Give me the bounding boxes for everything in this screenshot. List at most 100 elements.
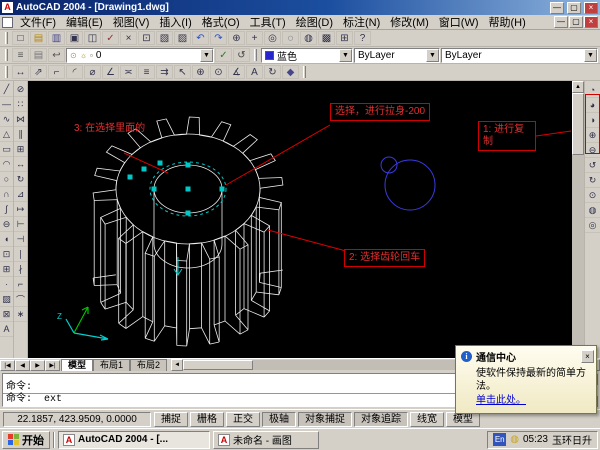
first-tab-button[interactable]: |◀ xyxy=(0,360,15,371)
document-icon[interactable] xyxy=(2,17,13,28)
zoom-realtime-icon[interactable]: ◎ xyxy=(264,31,281,45)
paste-icon[interactable]: ▧ xyxy=(156,31,173,45)
tab-layout1[interactable]: 布局1 xyxy=(93,359,130,371)
cut-icon[interactable]: × xyxy=(120,31,137,45)
vertical-scroll-track[interactable] xyxy=(572,93,584,346)
rotate-icon[interactable]: ↻ xyxy=(14,172,27,187)
break-point-icon[interactable]: ∣ xyxy=(14,247,27,262)
layer-update-icon[interactable]: ↺ xyxy=(233,48,250,62)
polygon-icon[interactable]: △ xyxy=(0,127,13,142)
doc-restore-button[interactable]: ▢ xyxy=(569,16,583,28)
help-icon[interactable]: ? xyxy=(354,31,371,45)
undo-icon[interactable]: ↶ xyxy=(192,31,209,45)
dropdown-arrow-icon[interactable]: ▼ xyxy=(339,49,352,62)
menu-item[interactable]: 标注(N) xyxy=(338,14,385,30)
vertical-scrollbar[interactable]: ▲ ▼ xyxy=(572,81,584,358)
spelling-icon[interactable]: ✓ xyxy=(102,31,119,45)
camera-icon[interactable]: ⊙ xyxy=(585,188,600,203)
center-mark-icon[interactable]: ⊙ xyxy=(210,65,227,79)
polar-toggle[interactable]: 极轴 xyxy=(262,412,296,427)
toolbar-grip[interactable] xyxy=(5,32,8,44)
grid-toggle[interactable]: 栅格 xyxy=(190,412,224,427)
properties-icon[interactable]: ▩ xyxy=(318,31,335,45)
next-tab-button[interactable]: ▶ xyxy=(30,360,45,371)
zoom-window-icon[interactable]: ◌ xyxy=(282,31,299,45)
dim-angular-icon[interactable]: ∠ xyxy=(102,65,119,79)
trim-icon[interactable]: ⊢ xyxy=(14,217,27,232)
array-icon[interactable]: ⊞ xyxy=(14,142,27,157)
stretch-icon[interactable]: ↦ xyxy=(14,202,27,217)
region-icon[interactable]: ⊠ xyxy=(0,307,13,322)
tab-layout2[interactable]: 布局2 xyxy=(130,359,167,371)
drawing-canvas[interactable]: Z 选择，进行拉身-200 3: 在选择里面的 1: 进行复制 2: 选择齿轮回… xyxy=(28,81,572,358)
new-file-icon[interactable]: □ xyxy=(12,31,29,45)
menu-item[interactable]: 工具(T) xyxy=(245,14,291,30)
prev-tab-button[interactable]: ◀ xyxy=(15,360,30,371)
shade-icon[interactable]: ◍ xyxy=(585,203,600,218)
menu-item[interactable]: 视图(V) xyxy=(108,14,155,30)
make-object-layer-current-icon[interactable]: ✓ xyxy=(215,48,232,62)
mtext-icon[interactable]: A xyxy=(0,322,13,337)
point-icon[interactable]: ∙ xyxy=(0,277,13,292)
vertical-scroll-thumb[interactable] xyxy=(572,93,584,155)
fillet-icon[interactable]: ⌒ xyxy=(14,292,27,307)
save-icon[interactable]: ▥ xyxy=(48,31,65,45)
extend-icon[interactable]: ⊣ xyxy=(14,232,27,247)
quick-dim-icon[interactable]: ≍ xyxy=(120,65,137,79)
match-properties-icon[interactable]: ▨ xyxy=(174,31,191,45)
keyhole-profile[interactable] xyxy=(381,157,435,210)
pan-icon[interactable]: + xyxy=(246,31,263,45)
insert-hyperlink-icon[interactable]: ⊕ xyxy=(228,31,245,45)
print-preview-icon[interactable]: ◫ xyxy=(84,31,101,45)
close-button[interactable]: × xyxy=(584,2,598,14)
open-file-icon[interactable]: ▤ xyxy=(30,31,47,45)
menu-item[interactable]: 编辑(E) xyxy=(61,14,108,30)
dim-aligned-icon[interactable]: ⇗ xyxy=(30,65,47,79)
dim-continue-icon[interactable]: ⇉ xyxy=(156,65,173,79)
menu-item[interactable]: 插入(I) xyxy=(154,14,196,30)
scroll-up-icon[interactable]: ▲ xyxy=(572,81,584,93)
popup-link[interactable]: 单击此处。 xyxy=(476,395,526,406)
zoom-previous-icon[interactable]: ◍ xyxy=(300,31,317,45)
copy-icon[interactable]: ⊡ xyxy=(138,31,155,45)
dim-baseline-icon[interactable]: ≡ xyxy=(138,65,155,79)
maximize-button[interactable]: ▢ xyxy=(567,2,581,14)
coordinates-display[interactable]: 22.1857, 423.9509, 0.0000 xyxy=(3,412,151,427)
horizontal-scroll-thumb[interactable] xyxy=(183,360,253,370)
task-autocad[interactable]: A AutoCAD 2004 - [... xyxy=(58,431,210,449)
osnap-toggle[interactable]: 对象捕捉 xyxy=(298,412,352,427)
ellipse-icon[interactable]: ⊖ xyxy=(0,217,13,232)
ime-indicator[interactable]: En xyxy=(493,433,506,446)
move-icon[interactable]: ↔ xyxy=(14,157,27,172)
revision-cloud-icon[interactable]: ∩ xyxy=(0,187,13,202)
layer-previous-icon[interactable]: ↩ xyxy=(48,48,65,62)
scale-icon[interactable]: ⊿ xyxy=(14,187,27,202)
menu-item[interactable]: 绘图(D) xyxy=(291,14,338,30)
mirror-icon[interactable]: ⋈ xyxy=(14,112,27,127)
snap-toggle[interactable]: 捕捉 xyxy=(154,412,188,427)
offset-icon[interactable]: ∥ xyxy=(14,127,27,142)
line-icon[interactable]: ╱ xyxy=(0,82,13,97)
scroll-left-icon[interactable]: ◄ xyxy=(171,359,183,371)
toolbar-grip[interactable] xyxy=(5,49,8,61)
linetype-select[interactable]: ByLayer ▼ xyxy=(354,48,440,63)
dim-linear-icon[interactable]: ↔ xyxy=(12,65,29,79)
layer-select[interactable]: ⊙☼▫ 0 ▼ xyxy=(66,48,214,63)
break-icon[interactable]: ∤ xyxy=(14,262,27,277)
tab-model[interactable]: 模型 xyxy=(61,359,93,371)
menu-item[interactable]: 文件(F) xyxy=(15,14,61,30)
menu-item[interactable]: 修改(M) xyxy=(385,14,434,30)
color-select[interactable]: 蓝色 ▼ xyxy=(261,48,353,63)
toolbar-grip[interactable] xyxy=(5,66,8,78)
copy-object-icon[interactable]: ∷ xyxy=(14,97,27,112)
hatch-icon[interactable]: ▨ xyxy=(0,292,13,307)
orbit-left-icon[interactable]: ↺ xyxy=(585,158,600,173)
lineweight-select[interactable]: ByLayer ▼ xyxy=(441,48,598,63)
popup-close-icon[interactable]: × xyxy=(581,350,594,363)
otrack-toggle[interactable]: 对象追踪 xyxy=(354,412,408,427)
circle-icon[interactable]: ○ xyxy=(0,172,13,187)
task-paint[interactable]: A 未命名 - 画图 xyxy=(213,431,319,449)
lineweight-toggle[interactable]: 线宽 xyxy=(410,412,444,427)
menu-item[interactable]: 窗口(W) xyxy=(434,14,484,30)
ellipse-arc-icon[interactable]: ◖ xyxy=(0,232,13,247)
